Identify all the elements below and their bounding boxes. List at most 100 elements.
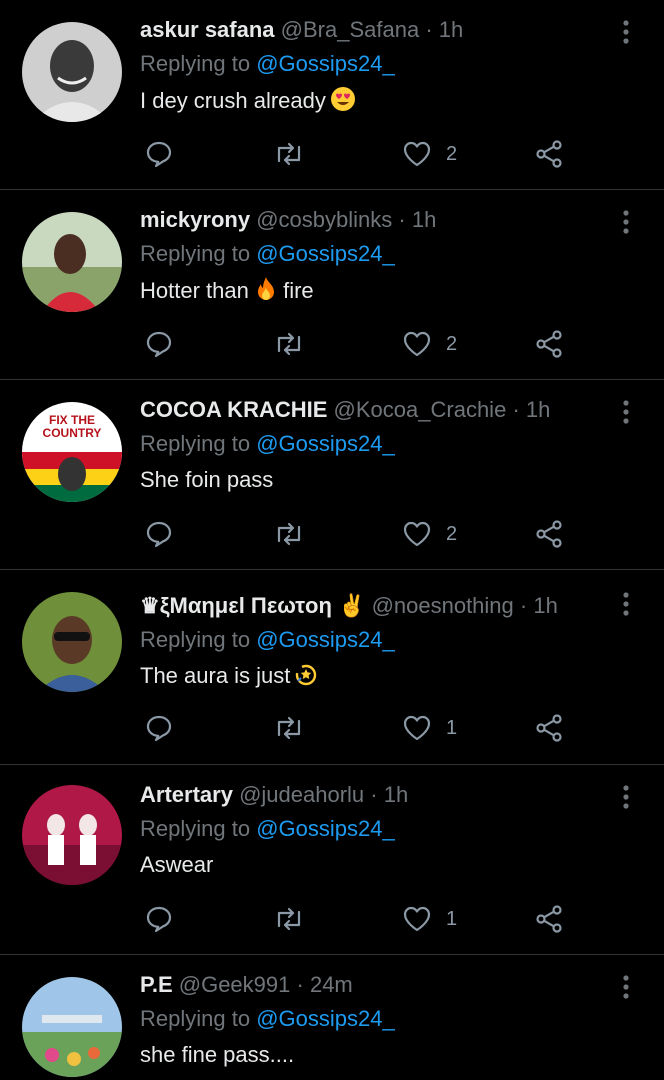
reply-item[interactable]: ♛ξΜαημεl Πεωτoη ✌ @noesnothing · 1h Repl… bbox=[0, 570, 664, 764]
more-options-button[interactable] bbox=[616, 208, 636, 236]
share-icon bbox=[536, 714, 562, 742]
replying-to-label: Replying to bbox=[140, 627, 251, 652]
retweet-button[interactable] bbox=[272, 134, 306, 174]
like-count: 1 bbox=[446, 716, 458, 739]
heart-icon bbox=[403, 715, 431, 741]
reply-text: She foin pass bbox=[140, 466, 273, 494]
timestamp[interactable]: 1h bbox=[439, 17, 463, 42]
reply-item[interactable]: P.E @Geek991 · 24m Replying to @Gossips2… bbox=[0, 955, 664, 1080]
display-name[interactable]: mickyrony bbox=[140, 207, 250, 232]
more-options-button[interactable] bbox=[616, 783, 636, 811]
display-name[interactable]: COCOA KRACHIE bbox=[140, 397, 327, 422]
more-options-button[interactable] bbox=[616, 18, 636, 46]
mention-link[interactable]: @Gossips24_ bbox=[256, 51, 395, 76]
heart-icon bbox=[403, 141, 431, 167]
mention-link[interactable]: @Gossips24_ bbox=[256, 431, 395, 456]
replying-to-label: Replying to bbox=[140, 51, 251, 76]
more-options-button[interactable] bbox=[616, 973, 636, 1001]
more-vertical-icon bbox=[623, 210, 629, 234]
replying-to-label: Replying to bbox=[140, 1006, 251, 1031]
like-button[interactable]: 2 bbox=[402, 324, 457, 364]
display-name[interactable]: Artertary bbox=[140, 782, 233, 807]
share-button[interactable] bbox=[534, 134, 564, 174]
heart-icon bbox=[403, 331, 431, 357]
display-name[interactable]: P.E bbox=[140, 972, 173, 997]
user-handle[interactable]: @Geek991 bbox=[179, 972, 291, 997]
retweet-icon bbox=[277, 907, 301, 931]
reply-item[interactable]: askur safana @Bra_Safana · 1h Replying t… bbox=[0, 0, 664, 190]
action-bar: 2 bbox=[140, 514, 580, 554]
timestamp[interactable]: 24m bbox=[310, 972, 353, 997]
reply-item[interactable]: Artertary @judeahorlu · 1h Replying to @… bbox=[0, 765, 664, 955]
comment-icon bbox=[146, 906, 172, 933]
like-button[interactable]: 2 bbox=[402, 134, 457, 174]
user-handle[interactable]: @cosbyblinks bbox=[256, 207, 392, 232]
reply-button[interactable] bbox=[144, 514, 174, 554]
retweet-button[interactable] bbox=[272, 708, 306, 748]
heart-eyes-emoji-icon bbox=[330, 86, 356, 119]
retweet-button[interactable] bbox=[272, 899, 306, 939]
retweet-button[interactable] bbox=[272, 324, 306, 364]
reply-button[interactable] bbox=[144, 324, 174, 364]
action-bar: 1 bbox=[140, 708, 580, 748]
avatar[interactable] bbox=[22, 592, 122, 692]
separator: · bbox=[512, 397, 520, 422]
avatar[interactable]: FIX THE COUNTRY bbox=[22, 402, 122, 502]
like-button[interactable]: 1 bbox=[402, 899, 457, 939]
reply-item[interactable]: mickyrony @cosbyblinks · 1h Replying to … bbox=[0, 190, 664, 380]
replying-to-label: Replying to bbox=[140, 431, 251, 456]
retweet-button[interactable] bbox=[272, 514, 306, 554]
replying-to: Replying to @Gossips24_ bbox=[140, 626, 395, 654]
replying-to: Replying to @Gossips24_ bbox=[140, 50, 395, 78]
reply-button[interactable] bbox=[144, 134, 174, 174]
mention-link[interactable]: @Gossips24_ bbox=[256, 627, 395, 652]
timestamp[interactable]: 1h bbox=[412, 207, 436, 232]
timestamp[interactable]: 1h bbox=[384, 782, 408, 807]
reply-text-part-2: fire bbox=[283, 278, 314, 303]
reply-button[interactable] bbox=[144, 899, 174, 939]
more-options-button[interactable] bbox=[616, 590, 636, 618]
timestamp[interactable]: 1h bbox=[533, 593, 557, 618]
separator: · bbox=[398, 207, 406, 232]
share-button[interactable] bbox=[534, 708, 564, 748]
comment-icon bbox=[146, 521, 172, 548]
action-bar: 2 bbox=[140, 134, 580, 174]
reply-header: Artertary @judeahorlu · 1h bbox=[140, 781, 408, 809]
user-handle[interactable]: @noesnothing bbox=[372, 593, 514, 618]
user-handle[interactable]: @judeahorlu bbox=[239, 782, 364, 807]
avatar[interactable] bbox=[22, 977, 122, 1077]
mention-link[interactable]: @Gossips24_ bbox=[256, 816, 395, 841]
mention-link[interactable]: @Gossips24_ bbox=[256, 1006, 395, 1031]
comment-icon bbox=[146, 141, 172, 168]
separator: · bbox=[296, 972, 304, 997]
display-name[interactable]: askur safana bbox=[140, 17, 275, 42]
replying-to-label: Replying to bbox=[140, 241, 251, 266]
share-button[interactable] bbox=[534, 324, 564, 364]
reply-text-content: The aura is just bbox=[140, 663, 291, 688]
mention-link[interactable]: @Gossips24_ bbox=[256, 241, 395, 266]
reply-text-content: she fine pass.... bbox=[140, 1042, 295, 1067]
avatar[interactable] bbox=[22, 22, 122, 122]
retweet-icon bbox=[277, 716, 301, 740]
more-vertical-icon bbox=[623, 785, 629, 809]
replying-to: Replying to @Gossips24_ bbox=[140, 240, 395, 268]
reply-text-content: Aswear bbox=[140, 852, 214, 877]
timestamp[interactable]: 1h bbox=[526, 397, 550, 422]
avatar[interactable] bbox=[22, 785, 122, 885]
separator: · bbox=[370, 782, 378, 807]
avatar-text: FIX THE bbox=[49, 413, 95, 427]
like-button[interactable]: 1 bbox=[402, 708, 457, 748]
user-handle[interactable]: @Bra_Safana bbox=[281, 17, 420, 42]
more-options-button[interactable] bbox=[616, 398, 636, 426]
reply-button[interactable] bbox=[144, 708, 174, 748]
display-name[interactable]: ♛ξΜαημεl Πεωτoη ✌ bbox=[140, 593, 365, 618]
share-button[interactable] bbox=[534, 514, 564, 554]
avatar[interactable] bbox=[22, 212, 122, 312]
separator: · bbox=[519, 593, 528, 618]
reply-text: I dey crush already bbox=[140, 86, 356, 119]
share-button[interactable] bbox=[534, 899, 564, 939]
reply-item[interactable]: FIX THE COUNTRY COCOA KRACHIE @Kocoa_Cra… bbox=[0, 380, 664, 570]
like-button[interactable]: 2 bbox=[402, 514, 457, 554]
user-handle[interactable]: @Kocoa_Crachie bbox=[334, 397, 507, 422]
comment-icon bbox=[146, 331, 172, 358]
